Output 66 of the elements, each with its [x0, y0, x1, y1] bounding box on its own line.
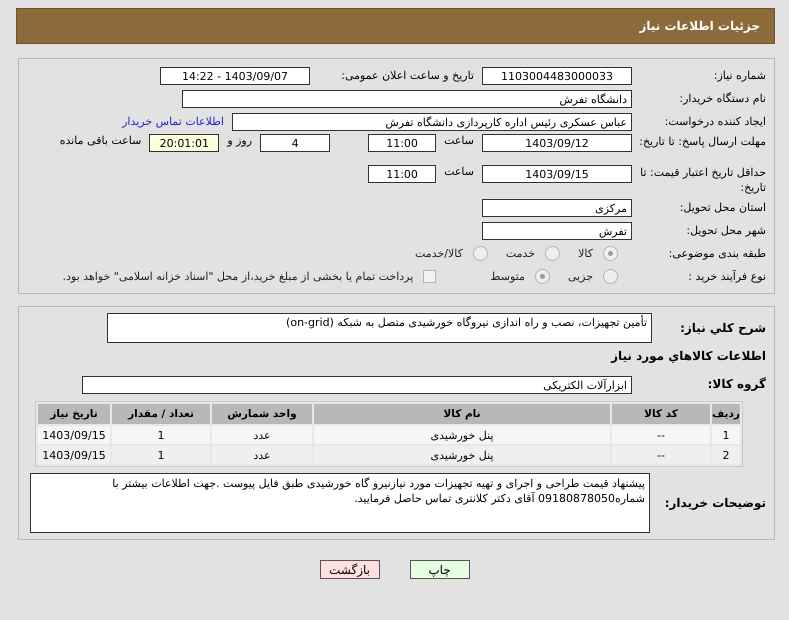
radio-label: کالا/خدمت — [415, 247, 464, 260]
field-label: نام دستگاه خریدار: — [678, 91, 767, 106]
buyer-notes-field: پیشنهاد قیمت طراحی و اجرای و تهیه تجهیزات مورد نیازنیرو گاه خورشیدی طبق فایل پیوست .جهت اطلاعات بیشتر با شماره09180878050 آقای دکتر کلانتری تماس حاصل فرمایید. — [30, 473, 650, 533]
column-header: واحد شمارش — [212, 404, 312, 424]
field-label: نوع فرآیند خرید : — [687, 269, 767, 284]
column-header: کد کالا — [612, 404, 710, 424]
column-header: نام کالا — [314, 404, 610, 424]
time-field: 11:00 — [368, 165, 436, 183]
column-header: تاریخ نیاز — [38, 404, 110, 424]
table-cell: پنل خورشیدی — [314, 446, 610, 464]
description-field: تأمین تجهیزات، نصب و راه اندازی نیروگاه خورشیدی متصل به شبکه (on-grid) — [107, 313, 652, 343]
radio-button[interactable] — [603, 246, 618, 261]
back-button[interactable]: بازگشت — [320, 560, 380, 579]
column-header: ردیف — [712, 404, 740, 424]
print-button[interactable]: چاپ — [410, 560, 470, 579]
field-label: مهلت ارسال پاسخ: تا تاریخ: — [638, 134, 767, 149]
goods-group-field: ابزارآلات الکتریکی — [82, 376, 632, 394]
field-label: گروه کالا: — [706, 377, 767, 392]
field-label: تاریخ و ساعت اعلان عمومی: — [340, 69, 475, 82]
announce-date-field: 1403/09/07 - 14:22 — [160, 66, 310, 84]
date-field: 1403/09/12 — [482, 134, 632, 152]
field-label: حداقل تاریخ اعتبار قیمت: تا تاریخ: — [639, 165, 767, 195]
days-field: 4 — [260, 134, 330, 152]
city-field: تفرش — [482, 222, 632, 240]
checkbox[interactable] — [423, 270, 436, 283]
province-field: مرکزی — [482, 198, 632, 216]
requester-field: عباس عسکری رئیس اداره کارپردازی دانشگاه تفرش — [232, 112, 632, 130]
table-cell: عدد — [212, 426, 312, 444]
radio-button[interactable] — [534, 269, 550, 284]
radio-label: متوسط — [490, 270, 526, 283]
remaining-time-field: 20:01:01 — [149, 134, 220, 152]
time-field: 11:00 — [368, 134, 436, 152]
table-cell: 1 — [712, 426, 740, 444]
page-title: جزئیات اطلاعات نیاز — [639, 19, 760, 33]
checkbox-label: پرداخت تمام یا بخشی از مبلغ خرید،از محل "اسناد خزانه اسلامی" خواهد بود. — [62, 270, 414, 283]
table-cell: -- — [612, 446, 710, 464]
table-cell: 2 — [712, 446, 740, 464]
table-cell: 1403/09/15 — [38, 446, 110, 464]
field-label: ایجاد کننده درخواست: — [664, 114, 767, 129]
contact-link[interactable]: اطلاعات تماس خریدار — [122, 115, 228, 128]
time-label: ساعت — [443, 165, 475, 178]
date-field: 1403/09/15 — [482, 165, 632, 183]
field-label: توضیحات خریدار: — [664, 496, 767, 510]
field-label: شهر محل تحویل: — [685, 223, 767, 238]
table-cell: -- — [612, 426, 710, 444]
radio-button[interactable] — [472, 246, 488, 261]
section-heading: اطلاعات کالاهاي مورد نياز — [611, 348, 767, 362]
remaining-label: ساعت باقی مانده — [58, 134, 142, 147]
radio-label: خدمت — [506, 247, 536, 260]
days-label: روز و — [226, 134, 254, 147]
field-label: استان محل تحویل: — [678, 200, 767, 215]
radio-button[interactable] — [603, 269, 618, 284]
radio-label: جزیی — [568, 270, 594, 283]
table-cell: 1 — [112, 426, 210, 444]
field-label: طبقه بندی موضوعی: — [668, 246, 767, 261]
table-cell: 1 — [112, 446, 210, 464]
field-label: شماره نیاز: — [712, 68, 767, 83]
need-number-field: 1103004483000033 — [482, 66, 632, 84]
radio-button[interactable] — [545, 246, 560, 261]
time-label: ساعت — [443, 134, 475, 147]
buyer-org-field: دانشگاه تفرش — [182, 90, 632, 108]
table-cell: عدد — [212, 446, 312, 464]
table-cell: پنل خورشیدی — [314, 426, 610, 444]
column-header: تعداد / مقدار — [112, 404, 210, 424]
table-cell: 1403/09/15 — [38, 426, 110, 444]
radio-label: کالا — [578, 247, 594, 260]
